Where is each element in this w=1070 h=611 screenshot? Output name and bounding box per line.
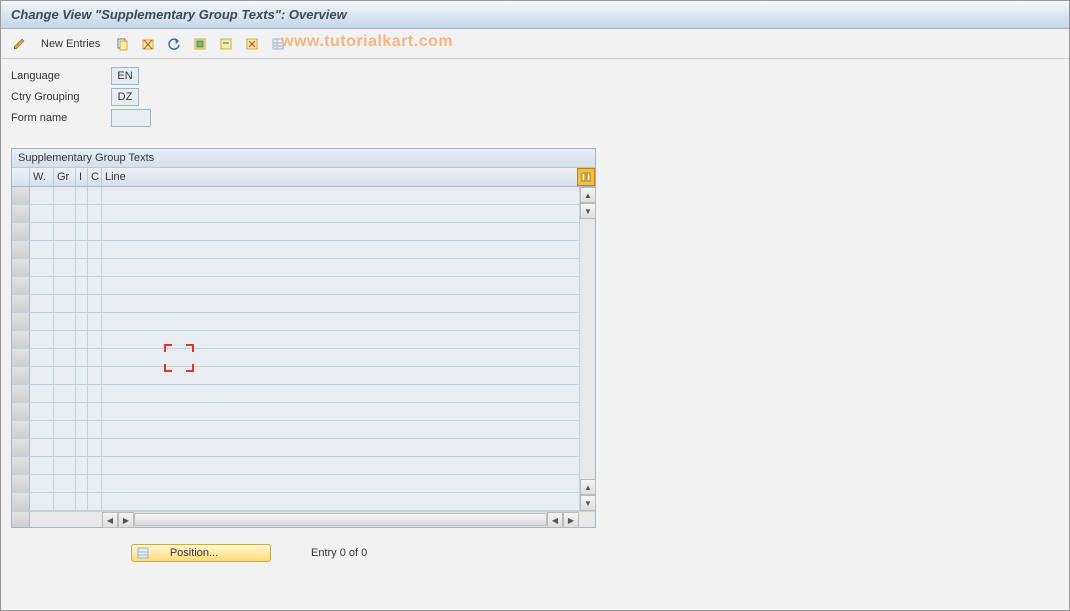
table-row[interactable]: [12, 367, 579, 385]
table-row[interactable]: [12, 493, 579, 511]
form-name-input[interactable]: [111, 109, 151, 127]
select-all-icon[interactable]: [190, 34, 210, 54]
toolbar: New Entries www.tutorialkart.com: [1, 29, 1069, 59]
display-change-toggle-icon[interactable]: [9, 34, 29, 54]
vertical-scrollbar[interactable]: ▲ ▼ ▲ ▼: [579, 187, 595, 511]
scroll-up-icon[interactable]: ▲: [580, 187, 596, 203]
table-row[interactable]: [12, 403, 579, 421]
table-row[interactable]: [12, 205, 579, 223]
position-button[interactable]: Position...: [131, 544, 271, 562]
table-row[interactable]: [12, 385, 579, 403]
form-area: Language Ctry Grouping Form name: [1, 59, 1069, 138]
hscroll-thumb[interactable]: [134, 513, 547, 526]
scroll-left-icon[interactable]: ◀: [102, 512, 118, 528]
table-body: ▲ ▼ ▲ ▼: [12, 187, 595, 511]
position-icon: [136, 546, 150, 560]
table-row[interactable]: [12, 475, 579, 493]
page-title: Change View "Supplementary Group Texts":…: [11, 7, 347, 22]
form-row-ctry: Ctry Grouping: [11, 88, 1059, 106]
ctry-grouping-input[interactable]: [111, 88, 139, 106]
table-row[interactable]: [12, 457, 579, 475]
column-header-gr[interactable]: Gr: [54, 168, 76, 186]
horizontal-scrollbar[interactable]: ◀ ▶ ◀ ▶: [12, 511, 595, 527]
panel-title: Supplementary Group Texts: [12, 149, 595, 168]
table-row[interactable]: [12, 187, 579, 205]
form-row-language: Language: [11, 67, 1059, 85]
language-input[interactable]: [111, 67, 139, 85]
column-header-w[interactable]: W.: [30, 168, 54, 186]
watermark-text: www.tutorialkart.com: [281, 33, 453, 51]
form-row-formname: Form name: [11, 109, 1059, 127]
column-header-line[interactable]: Line: [102, 168, 577, 186]
undo-change-icon[interactable]: [164, 34, 184, 54]
position-label: Position...: [170, 547, 218, 559]
scroll-left2-icon[interactable]: ◀: [547, 512, 563, 528]
scroll-up2-icon[interactable]: ▲: [580, 479, 596, 495]
entry-count-text: Entry 0 of 0: [311, 547, 367, 559]
delete-icon[interactable]: [138, 34, 158, 54]
column-header-c[interactable]: C: [88, 168, 102, 186]
column-header-i[interactable]: I: [76, 168, 88, 186]
scroll-right-icon[interactable]: ▶: [118, 512, 134, 528]
language-label: Language: [11, 70, 111, 82]
table-configure-icon[interactable]: [577, 168, 595, 186]
scroll-right2-icon[interactable]: ▶: [563, 512, 579, 528]
copy-as-icon[interactable]: [112, 34, 132, 54]
table-row[interactable]: [12, 277, 579, 295]
table-row[interactable]: [12, 223, 579, 241]
table-row[interactable]: [12, 259, 579, 277]
table-row[interactable]: [12, 349, 579, 367]
table-row[interactable]: [12, 295, 579, 313]
scroll-down-icon[interactable]: ▼: [580, 203, 596, 219]
table-row[interactable]: [12, 439, 579, 457]
form-name-label: Form name: [11, 112, 111, 124]
titlebar: Change View "Supplementary Group Texts":…: [1, 1, 1069, 29]
table-row[interactable]: [12, 421, 579, 439]
deselect-all-icon[interactable]: [242, 34, 262, 54]
table-row[interactable]: [12, 241, 579, 259]
new-entries-button[interactable]: New Entries: [35, 36, 106, 52]
ctry-grouping-label: Ctry Grouping: [11, 91, 111, 103]
scroll-down2-icon[interactable]: ▼: [580, 495, 596, 511]
column-header-selector[interactable]: [12, 168, 30, 186]
select-block-icon[interactable]: [216, 34, 236, 54]
footer: Position... Entry 0 of 0: [1, 538, 1069, 568]
table-rows: [12, 187, 579, 511]
table-row[interactable]: [12, 331, 579, 349]
table-panel: Supplementary Group Texts W. Gr I C Line: [11, 148, 596, 528]
table-row[interactable]: [12, 313, 579, 331]
table-header-row: W. Gr I C Line: [12, 168, 595, 187]
